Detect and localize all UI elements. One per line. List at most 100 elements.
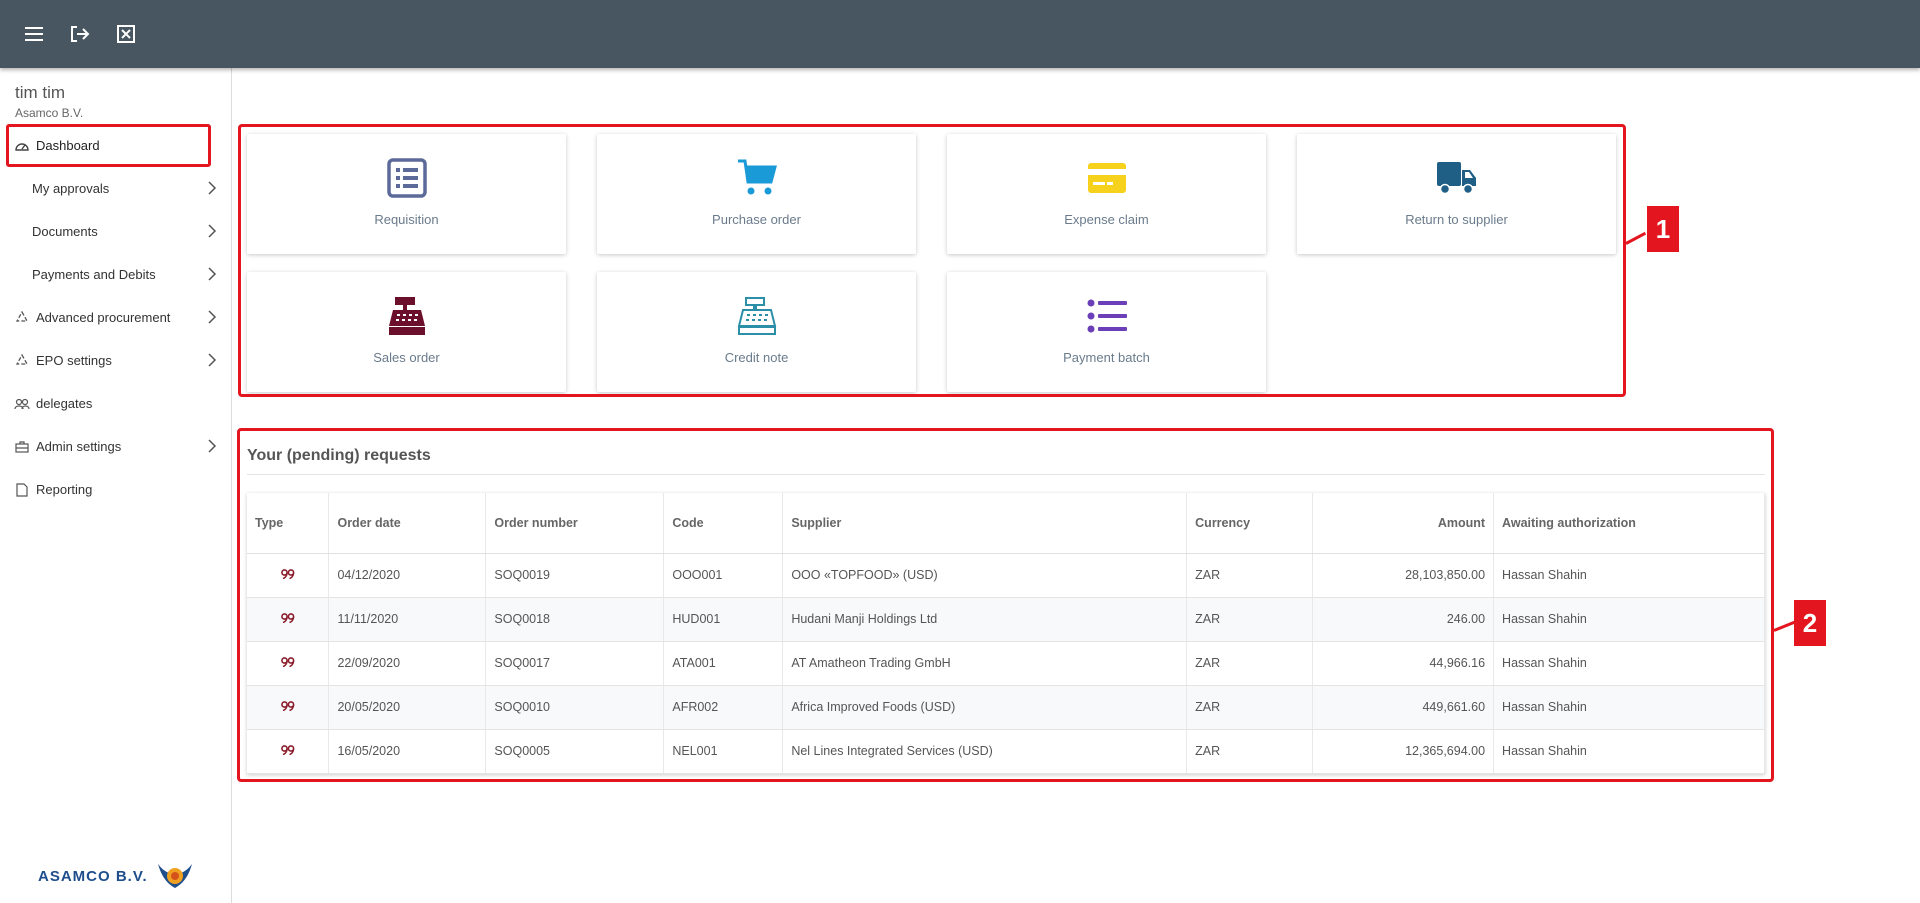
cash-register-outline-icon	[737, 297, 777, 335]
column-header-currency[interactable]: Currency	[1186, 493, 1314, 554]
awaiting-authorization: Hassan Shahin	[1493, 685, 1765, 730]
amount: 246.00	[1312, 597, 1495, 642]
user-company: Asamco B.V.	[15, 106, 84, 120]
order-date: 16/05/2020	[328, 729, 487, 774]
sidebar-item-epo-settings[interactable]: EPO settings	[0, 339, 232, 382]
menu-icon[interactable]	[22, 22, 46, 46]
type-cell	[247, 641, 330, 686]
company-logo: ASAMCO B.V.	[38, 858, 196, 894]
sidebar-item-reporting[interactable]: Reporting	[0, 468, 232, 511]
order-number: SOQ0005	[485, 729, 665, 774]
tile-sales-order[interactable]: Sales order	[247, 272, 566, 392]
sidebar-item-admin-settings[interactable]: Admin settings	[0, 425, 232, 468]
sidebar-item-dashboard[interactable]: Dashboard	[0, 124, 232, 167]
awaiting-authorization: Hassan Shahin	[1493, 597, 1765, 642]
sidebar-item-payments-and-debits[interactable]: Payments and Debits	[0, 253, 232, 296]
column-header-supplier[interactable]: Supplier	[782, 493, 1188, 554]
tile-label: Credit note	[724, 350, 789, 365]
table-row[interactable]: 20/05/2020 SOQ0010 AFR002 Africa Improve…	[247, 685, 1765, 730]
quote-icon	[280, 657, 295, 668]
quote-icon	[280, 745, 295, 756]
awaiting-authorization: Hassan Shahin	[1493, 553, 1765, 598]
quote-icon	[280, 613, 295, 624]
tile-credit-note[interactable]: Credit note	[597, 272, 916, 392]
order-date: 20/05/2020	[328, 685, 487, 730]
chevron-right-icon	[208, 181, 217, 195]
type-cell	[247, 685, 330, 730]
sidebar: tim tim Asamco B.V. Dashboard My approva…	[0, 68, 232, 903]
amount: 449,661.60	[1312, 685, 1495, 730]
user-name: tim tim	[15, 83, 66, 102]
sidebar-item-label: EPO settings	[36, 353, 112, 368]
order-number: SOQ0017	[485, 641, 665, 686]
table-row[interactable]: 04/12/2020 SOQ0019 OOO001 OOO «TOPFOOD» …	[247, 553, 1765, 598]
table-row[interactable]: 16/05/2020 SOQ0005 NEL001 Nel Lines Inte…	[247, 729, 1765, 774]
column-header-code[interactable]: Code	[663, 493, 784, 554]
supplier: AT Amatheon Trading GmbH	[782, 641, 1188, 686]
table-row[interactable]: 22/09/2020 SOQ0017 ATA001 AT Amatheon Tr…	[247, 641, 1765, 686]
order-date: 22/09/2020	[328, 641, 487, 686]
column-header-amount[interactable]: Amount	[1312, 493, 1495, 554]
quote-icon	[280, 569, 295, 580]
supplier: OOO «TOPFOOD» (USD)	[782, 553, 1188, 598]
briefcase-icon	[14, 439, 30, 455]
list-box-icon	[387, 158, 427, 198]
tile-expense-claim[interactable]: Expense claim	[947, 134, 1266, 254]
column-header-order-date[interactable]: Order date	[328, 493, 487, 554]
truck-icon	[1437, 162, 1476, 195]
sidebar-item-label: Payments and Debits	[32, 267, 156, 282]
sidebar-item-advanced-procurement[interactable]: Advanced procurement	[0, 296, 232, 339]
pending-requests-table: Type Order date Order number Code Suppli…	[247, 493, 1765, 774]
code: OOO001	[663, 553, 784, 598]
order-number: SOQ0010	[485, 685, 665, 730]
tile-payment-batch[interactable]: Payment batch	[947, 272, 1266, 392]
tile-label: Return to supplier	[1405, 212, 1508, 227]
code: ATA001	[663, 641, 784, 686]
sidebar-item-delegates[interactable]: delegates	[0, 382, 232, 425]
table-row[interactable]: 11/11/2020 SOQ0018 HUD001 Hudani Manji H…	[247, 597, 1765, 642]
currency: ZAR	[1186, 685, 1314, 730]
section-title: Your (pending) requests	[247, 447, 431, 464]
sidebar-item-my-approvals[interactable]: My approvals	[0, 167, 232, 210]
supplier: Nel Lines Integrated Services (USD)	[782, 729, 1188, 774]
code: HUD001	[663, 597, 784, 642]
order-number: SOQ0018	[485, 597, 665, 642]
table-header-row: Type Order date Order number Code Suppli…	[247, 493, 1765, 554]
top-bar	[0, 0, 1920, 68]
tile-return-to-supplier[interactable]: Return to supplier	[1297, 134, 1616, 254]
sidebar-item-label: Documents	[32, 224, 98, 239]
sidebar-item-label: delegates	[36, 396, 93, 411]
sidebar-item-documents[interactable]: Documents	[0, 210, 232, 253]
cash-register-icon	[389, 297, 425, 335]
awaiting-authorization: Hassan Shahin	[1493, 641, 1765, 686]
order-date: 04/12/2020	[328, 553, 487, 598]
main-content: Requisition Purchase order Expense claim…	[233, 68, 1920, 903]
currency: ZAR	[1186, 597, 1314, 642]
code: AFR002	[663, 685, 784, 730]
column-header-type[interactable]: Type	[247, 493, 330, 554]
order-date: 11/11/2020	[328, 597, 487, 642]
tile-purchase-order[interactable]: Purchase order	[597, 134, 916, 254]
logout-icon[interactable]	[68, 22, 92, 46]
chevron-right-icon	[208, 310, 217, 324]
close-box-icon[interactable]	[114, 22, 138, 46]
column-header-awaiting-authorization[interactable]: Awaiting authorization	[1493, 493, 1765, 554]
sidebar-item-label: Dashboard	[36, 138, 100, 153]
sidebar-item-label: Advanced procurement	[36, 310, 171, 325]
annotation-badge-1: 1	[1647, 206, 1679, 252]
column-header-order-number[interactable]: Order number	[485, 493, 665, 554]
logo-text: ASAMCO B.V.	[38, 867, 148, 885]
chevron-right-icon	[208, 439, 217, 453]
chevron-right-icon	[208, 224, 217, 238]
annotation-badge-2: 2	[1794, 600, 1826, 646]
chevron-right-icon	[208, 353, 217, 367]
currency: ZAR	[1186, 729, 1314, 774]
logo-emblem-icon	[157, 864, 192, 888]
tile-requisition[interactable]: Requisition	[247, 134, 566, 254]
recycle-icon	[14, 353, 30, 369]
tile-label: Purchase order	[712, 212, 801, 227]
sidebar-item-label: Reporting	[36, 482, 93, 497]
sidebar-item-label: Admin settings	[36, 439, 122, 454]
type-cell	[247, 553, 330, 598]
currency: ZAR	[1186, 553, 1314, 598]
